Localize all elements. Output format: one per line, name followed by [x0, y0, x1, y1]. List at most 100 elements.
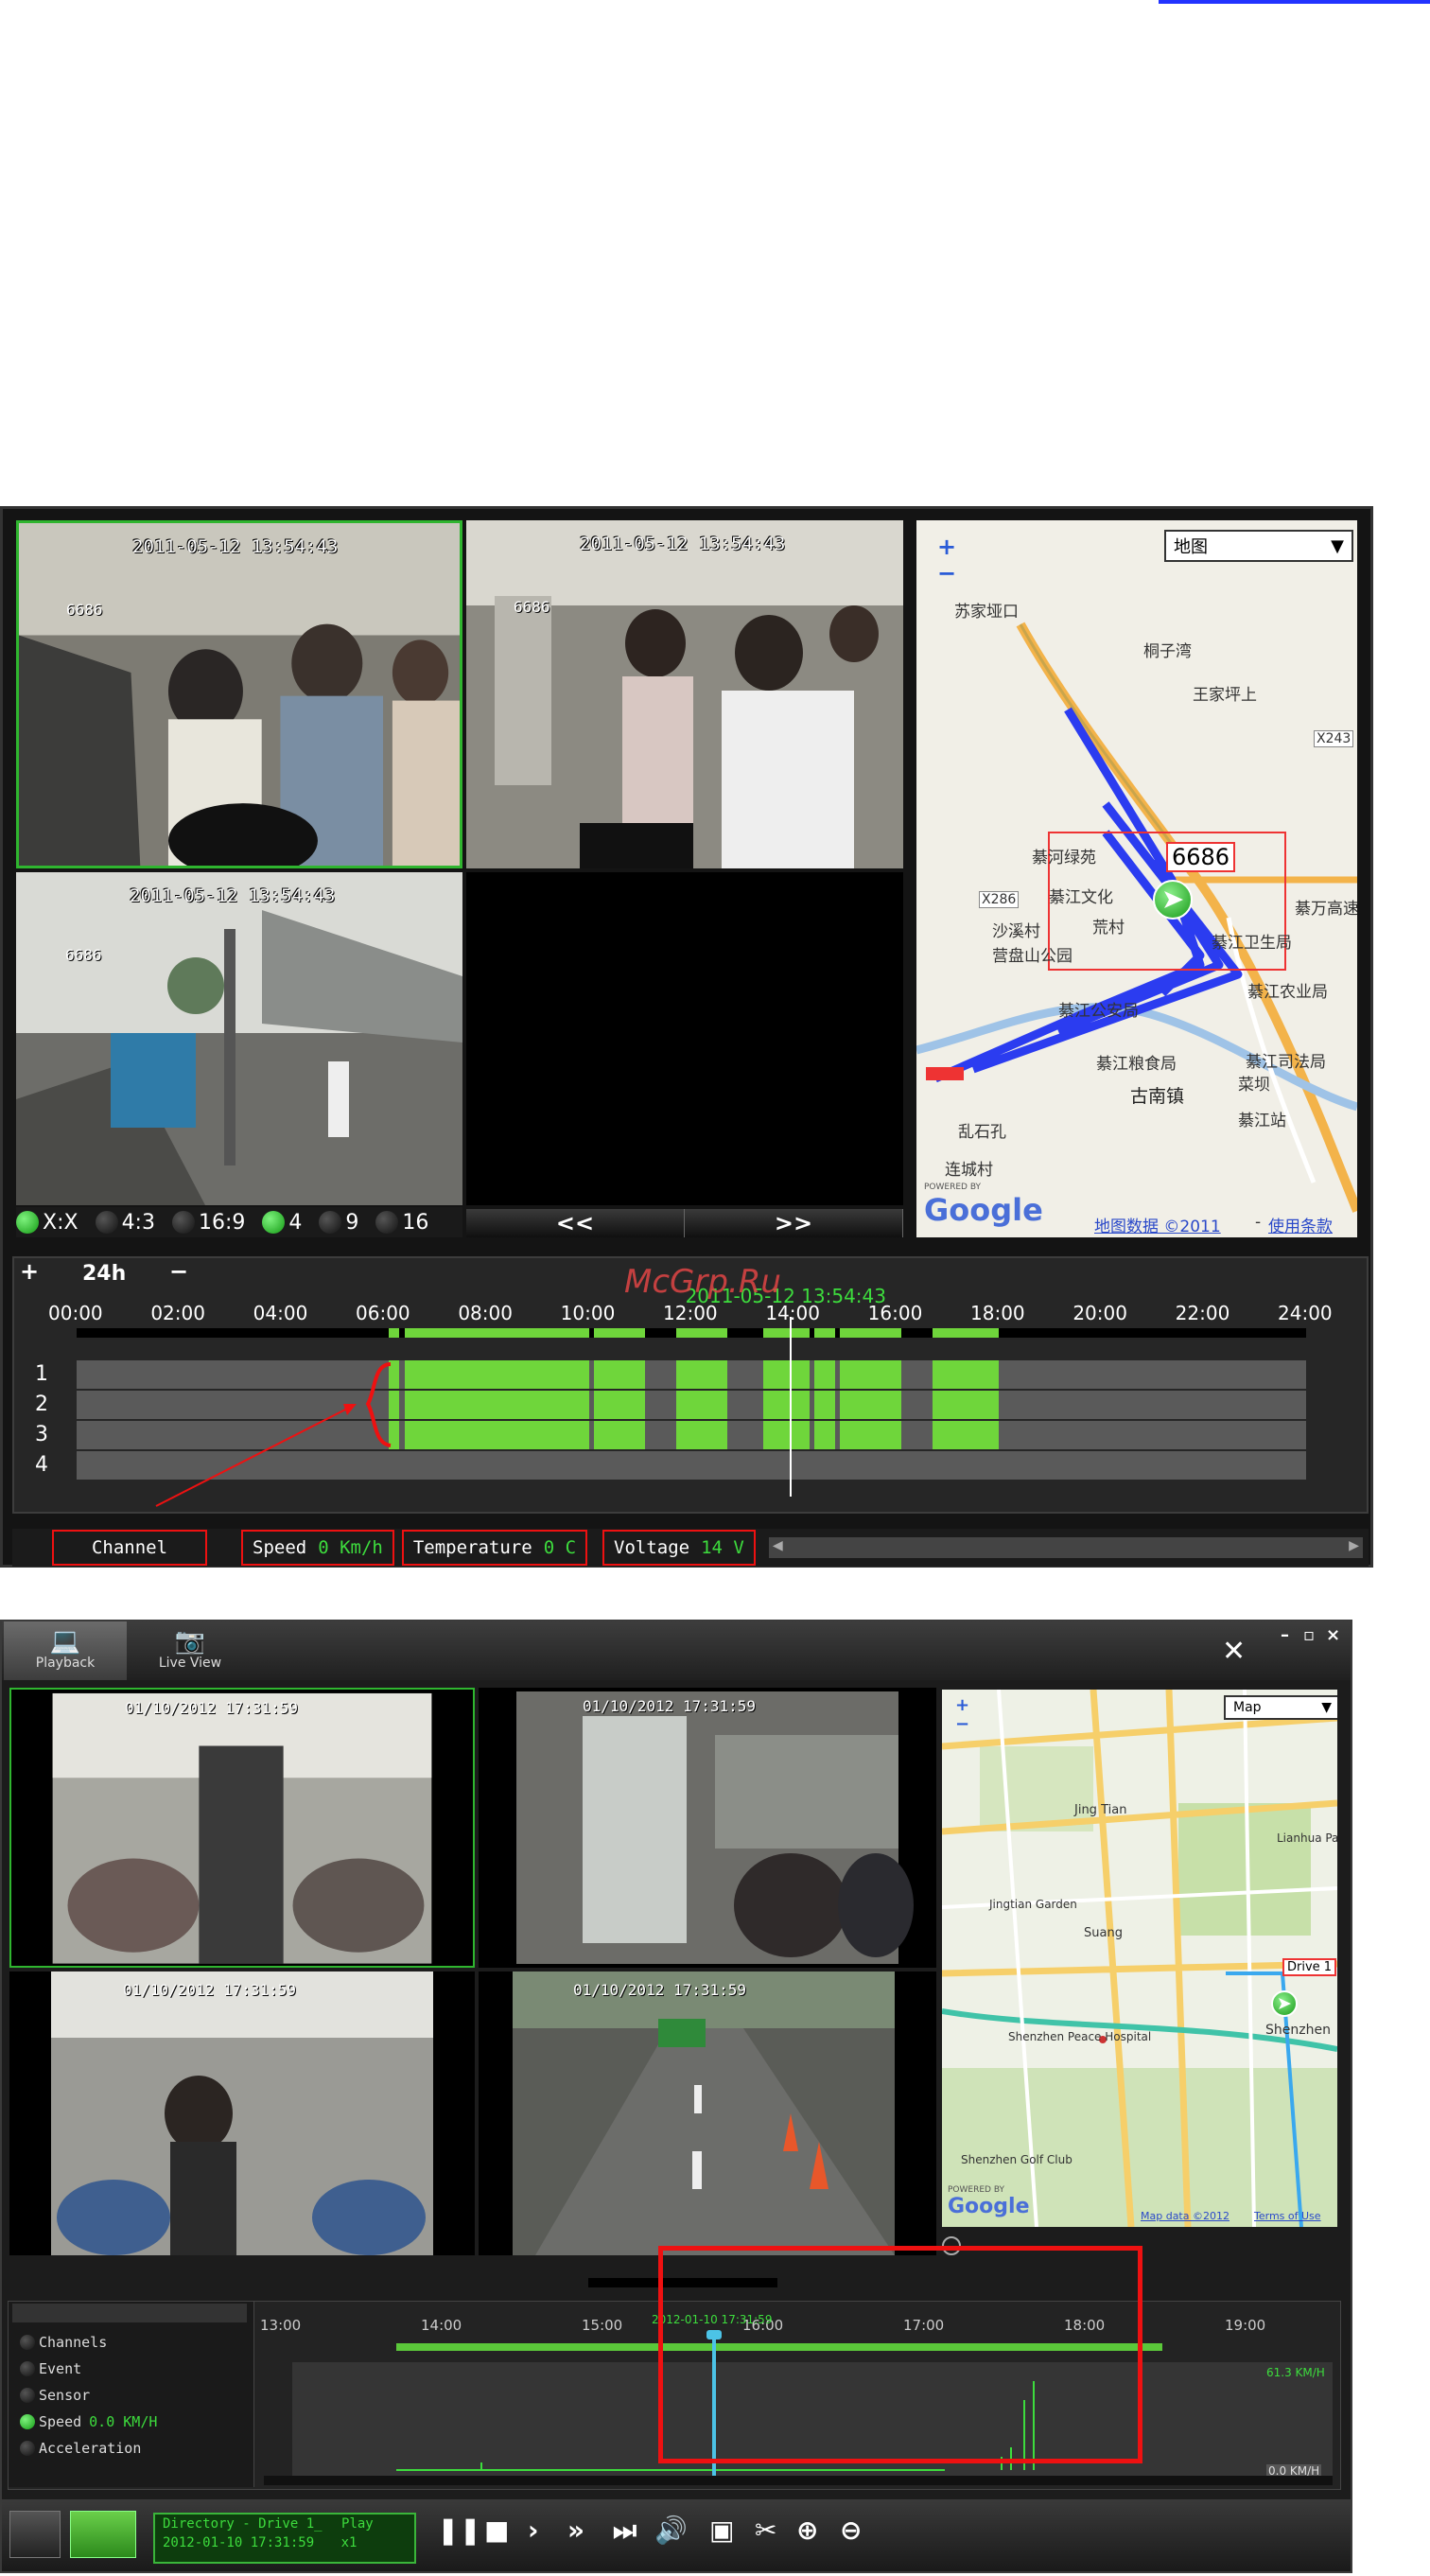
map-zoom-out-button[interactable]: −: [955, 1714, 969, 1734]
pause-button[interactable]: ❚❚: [437, 2515, 481, 2546]
layout-option-4[interactable]: 4: [262, 1211, 302, 1235]
map-place-label: Shenzhen: [1265, 2023, 1331, 2038]
layout-option-xx[interactable]: X:X: [16, 1211, 78, 1235]
gps-map[interactable]: + − 地图 ▼ 苏家垭口 桐子湾 王家坪上 X243 綦河绿苑 X286 綦江…: [916, 520, 1357, 1237]
speed-readout: Speed 0 Km/h: [241, 1530, 394, 1566]
gps-map[interactable]: + − Map ▼ Jing Tian Lianhua Park Jingtia…: [942, 1690, 1337, 2227]
zoom-in-button[interactable]: ⊕: [796, 2515, 818, 2546]
radio-dot-icon: [20, 2414, 35, 2429]
zoom-out-button[interactable]: ⊖: [840, 2515, 862, 2546]
camera-view-3[interactable]: 2011-05-12 13:54:43 6686: [16, 872, 462, 1205]
camera-view-1[interactable]: 01/10/2012 17:31:59: [9, 1688, 475, 1968]
map-zoom-in-button[interactable]: +: [937, 534, 956, 560]
map-place-label: 苏家垭口: [954, 603, 1019, 622]
map-place-label: 綦万高速: [1295, 900, 1357, 919]
play-button[interactable]: ›: [528, 2515, 539, 2546]
map-data-link[interactable]: Map data ©2012: [1141, 2210, 1229, 2222]
next-page-button[interactable]: >>: [685, 1209, 903, 1237]
stop-button[interactable]: ■: [484, 2515, 509, 2546]
dvr-player-screenshot-2: 💻 Playback 📷 Live View ✕ – ▫ × 01/10/201…: [0, 1620, 1352, 2573]
vehicle-label: 6686: [1166, 842, 1236, 872]
bus-door-image: [479, 1688, 936, 1968]
terms-link[interactable]: 使用条款: [1268, 1213, 1333, 1236]
calendar-icon[interactable]: [9, 2511, 61, 2558]
map-type-select[interactable]: Map ▼: [1224, 1695, 1337, 1720]
radio-dot-icon: [20, 2388, 35, 2403]
radio-dot-icon: [171, 1211, 195, 1234]
timeline-sidebar: Channels Event Sensor Speed 0.0 KM/H Acce…: [9, 2302, 254, 2487]
vehicle-marker-icon[interactable]: [1153, 880, 1193, 920]
road-shield: X243: [1314, 730, 1354, 747]
channel-field[interactable]: Channel: [52, 1530, 207, 1566]
sidebar-item-speed[interactable]: Speed 0.0 KM/H: [20, 2413, 157, 2430]
tab-live-view[interactable]: 📷 Live View: [129, 1621, 252, 1680]
scroll-left-icon[interactable]: ◀: [773, 1535, 783, 1555]
camera-icon: 📷: [174, 1627, 206, 1656]
sidebar-item-acceleration[interactable]: Acceleration: [20, 2440, 141, 2457]
map-place-label: 荒村: [1092, 919, 1125, 938]
storage-icon[interactable]: [70, 2511, 136, 2558]
directory-info: Directory - Drive 1_ Play 2012-01-10 17:…: [153, 2513, 416, 2564]
layout-option-16-9[interactable]: 16:9: [171, 1211, 245, 1235]
volume-button[interactable]: 🔊: [654, 2515, 688, 2546]
google-logo: POWERED BY Google: [924, 1183, 1043, 1228]
camera-view-4[interactable]: 01/10/2012 17:31:59: [479, 1971, 936, 2255]
camera-view-3[interactable]: 01/10/2012 17:31:59: [9, 1971, 475, 2255]
camera-view-2[interactable]: 2011-05-12 13:54:43 6686: [466, 520, 903, 868]
highlight-box: [658, 2246, 1142, 2463]
bus-stop-image: [16, 872, 462, 1205]
clip-cut-button[interactable]: ✂: [755, 2515, 776, 2546]
radio-dot-icon: [20, 2335, 35, 2350]
sidebar-item-channels[interactable]: Channels: [20, 2334, 107, 2351]
map-place-label: 古南镇: [1130, 1086, 1185, 1107]
map-place-label: 营盘山公园: [992, 947, 1072, 966]
horizontal-scrollbar[interactable]: [264, 2476, 1333, 2485]
status-bar: Channel Speed 0 Km/h Temperature 0 C Volta…: [12, 1529, 1369, 1567]
map-zoom-in-button[interactable]: +: [955, 1695, 969, 1715]
vehicle-marker-icon[interactable]: [1271, 1990, 1298, 2017]
map-type-select[interactable]: 地图 ▼: [1164, 530, 1353, 562]
map-place-label: 连城村: [945, 1161, 993, 1180]
timeline-hour-label: 14:00: [421, 2317, 462, 2334]
camera-timestamp: 2011-05-12 13:54:43: [132, 536, 339, 557]
camera-timestamp: 01/10/2012 17:31:59: [573, 1981, 747, 1999]
layout-option-4-3[interactable]: 4:3: [95, 1211, 155, 1235]
map-place-label: 綦江粮食局: [1096, 1055, 1177, 1074]
page-nav-bar: << >>: [466, 1209, 903, 1237]
voltage-readout: Voltage 14 V: [602, 1530, 756, 1566]
camera-view-1[interactable]: 2011-05-12 13:54:43 6686: [16, 520, 462, 868]
map-data-link[interactable]: 地图数据 ©2011: [1094, 1213, 1221, 1236]
timeline-hour-label: 15:00: [582, 2317, 623, 2334]
snapshot-button[interactable]: ▣: [709, 2515, 734, 2546]
tab-playback[interactable]: 💻 Playback: [4, 1621, 127, 1680]
vehicle-id-overlay: 6686: [66, 601, 103, 619]
map-place-label: Shenzhen Peace Hospital: [1008, 2030, 1152, 2043]
bus-passengers-image: [9, 1971, 475, 2255]
terms-link[interactable]: Terms of Use: [1254, 2210, 1321, 2222]
arrow-icon: [1164, 891, 1183, 908]
map-zoom-out-button[interactable]: −: [937, 560, 956, 587]
camera-view-2[interactable]: 01/10/2012 17:31:59: [479, 1688, 936, 1968]
settings-tools-icon[interactable]: ✕: [1222, 1635, 1246, 1668]
sidebar-item-event[interactable]: Event: [20, 2360, 81, 2377]
minimize-button[interactable]: –: [1281, 1625, 1289, 1645]
road-shield: X286: [979, 891, 1020, 908]
bus-crowd-image: [466, 520, 903, 868]
vehicle-id-overlay: 6686: [65, 946, 102, 964]
fast-forward-button[interactable]: »: [567, 2515, 584, 2546]
sidebar-tabs[interactable]: [12, 2304, 247, 2322]
sidebar-item-sensor[interactable]: Sensor: [20, 2387, 90, 2404]
bus-interior-image: [11, 1690, 473, 1966]
layout-option-9[interactable]: 9: [319, 1211, 358, 1235]
restore-button[interactable]: ▫: [1303, 1625, 1315, 1645]
layout-option-16[interactable]: 16: [375, 1211, 428, 1235]
horizontal-scrollbar[interactable]: ◀ ▶: [768, 1535, 1363, 1558]
close-button[interactable]: ×: [1326, 1625, 1340, 1645]
prev-page-button[interactable]: <<: [466, 1209, 685, 1237]
scroll-right-icon[interactable]: ▶: [1349, 1535, 1359, 1555]
temperature-readout: Temperature 0 C: [401, 1530, 588, 1566]
next-frame-button[interactable]: ⏭: [613, 2515, 637, 2547]
top-toolbar: 💻 Playback 📷 Live View ✕ – ▫ ×: [2, 1621, 1351, 1680]
camera-view-4[interactable]: [466, 872, 903, 1205]
map-place-label: Jingtian Garden: [989, 1898, 1077, 1911]
